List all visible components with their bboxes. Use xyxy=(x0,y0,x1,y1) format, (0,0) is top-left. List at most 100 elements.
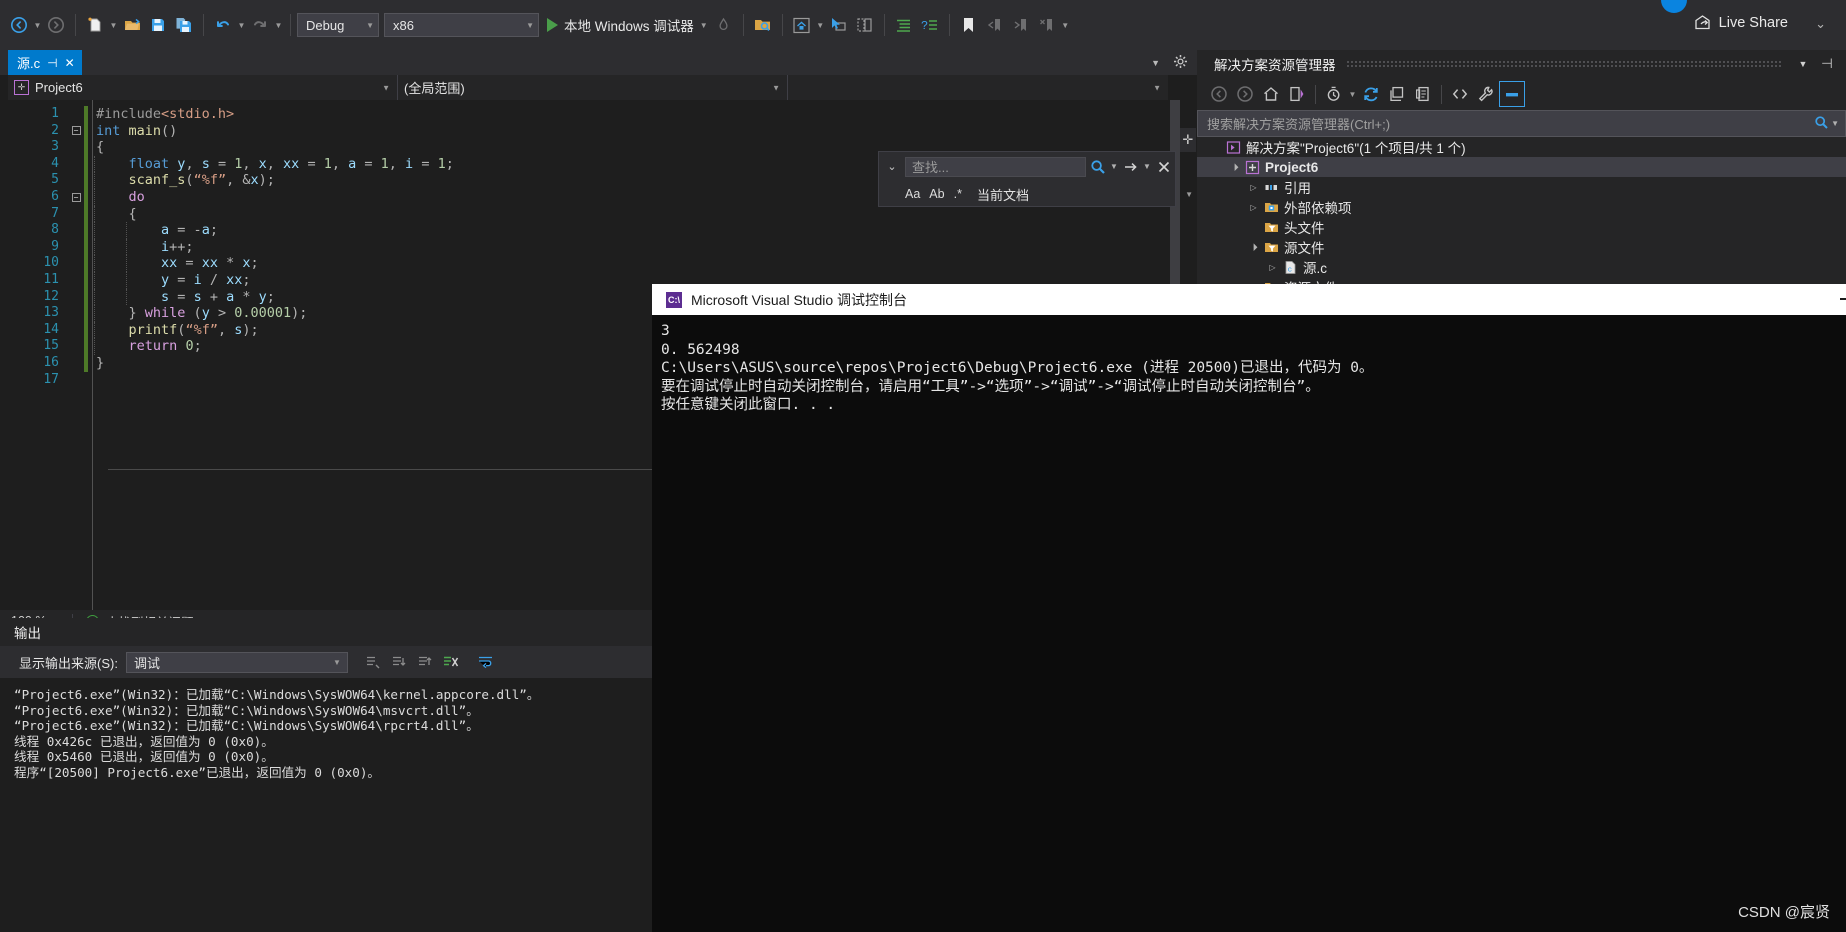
chevron-right-icon[interactable]: ▷ xyxy=(1245,183,1262,192)
chevron-right-icon[interactable]: ▷ xyxy=(1245,203,1262,212)
forward-icon[interactable] xyxy=(1232,81,1258,107)
navbar-scope-select[interactable]: (全局范围) ▼ xyxy=(398,75,788,100)
pin-icon[interactable]: ⊣ xyxy=(1815,56,1839,72)
debug-console-window[interactable]: C:\ Microsoft Visual Studio 调试控制台 3 0. 5… xyxy=(652,284,1846,932)
tree-item[interactable]: ◢ Project6 xyxy=(1197,157,1846,177)
chevron-down-icon[interactable]: ◢ xyxy=(1226,158,1244,176)
indent-icon[interactable] xyxy=(891,12,917,38)
new-item-caret-icon[interactable]: ▼ xyxy=(108,12,119,38)
code-line[interactable]: 7 { xyxy=(8,205,1168,223)
home-window-icon[interactable] xyxy=(789,12,815,38)
copy-layout-icon[interactable] xyxy=(852,12,878,38)
use-regex-option[interactable]: .* xyxy=(954,187,962,201)
preview-pane-icon[interactable] xyxy=(1499,81,1525,107)
close-icon[interactable] xyxy=(1152,156,1175,178)
fold-toggle-icon[interactable]: − xyxy=(68,123,84,140)
search-icon[interactable] xyxy=(1086,156,1109,178)
output-source-select[interactable]: 调试 ▼ xyxy=(125,651,348,673)
next-bookmark-icon[interactable] xyxy=(1008,12,1034,38)
bookmark-icon[interactable] xyxy=(956,12,982,38)
fold-toggle-icon[interactable]: − xyxy=(68,189,84,206)
solution-configuration-select[interactable]: Debug ▼ xyxy=(297,13,379,37)
chevron-down-icon[interactable]: ◢ xyxy=(1245,238,1263,256)
clear-all-icon[interactable] xyxy=(438,649,464,675)
redo-icon[interactable] xyxy=(247,12,273,38)
chevron-down-icon[interactable]: ▼ xyxy=(1791,59,1815,69)
chevron-right-icon[interactable]: ▷ xyxy=(1264,263,1281,272)
navbar-member-select[interactable]: ▼ xyxy=(788,75,1168,100)
code-line[interactable]: 10 xx = xx * x; xyxy=(8,255,1168,272)
minimize-icon[interactable] xyxy=(1840,298,1846,300)
prev-message-icon[interactable] xyxy=(412,649,438,675)
save-all-icon[interactable] xyxy=(171,12,197,38)
bookmark-overflow-caret-icon[interactable]: ▼ xyxy=(1060,12,1071,38)
new-item-icon[interactable] xyxy=(82,12,108,38)
match-case-option[interactable]: Aa xyxy=(905,187,920,201)
drag-handle[interactable] xyxy=(1345,60,1781,68)
solution-platform-select[interactable]: x86 ▼ xyxy=(384,13,539,37)
undo-caret-icon[interactable]: ▼ xyxy=(236,12,247,38)
tree-item[interactable]: ◢ 源文件 xyxy=(1197,237,1846,257)
pin-icon[interactable]: ⊣ xyxy=(47,57,57,69)
home-icon[interactable] xyxy=(1258,81,1284,107)
navigate-forward-icon[interactable] xyxy=(43,12,69,38)
navigate-back-caret-icon[interactable]: ▼ xyxy=(32,12,43,38)
console-title-bar[interactable]: C:\ Microsoft Visual Studio 调试控制台 xyxy=(652,284,1846,315)
properties-icon[interactable] xyxy=(1473,81,1499,107)
code-line[interactable]: 9 i++; xyxy=(8,238,1168,256)
close-icon[interactable]: ✕ xyxy=(65,57,75,69)
pending-changes-icon[interactable] xyxy=(1321,81,1347,107)
toolbar-overflow-icon[interactable]: ⌄ xyxy=(1815,16,1826,32)
hot-reload-icon[interactable] xyxy=(711,12,737,38)
prev-bookmark-icon[interactable] xyxy=(982,12,1008,38)
tree-item[interactable]: ▷ 引用 xyxy=(1197,177,1846,197)
next-message-icon[interactable] xyxy=(386,649,412,675)
folder-search-icon[interactable] xyxy=(750,12,776,38)
find-options-caret-icon[interactable]: ▼ xyxy=(1109,162,1119,171)
tree-item[interactable]: 头文件 xyxy=(1197,217,1846,237)
find-input[interactable]: 查找... xyxy=(905,156,1086,177)
back-icon[interactable] xyxy=(1206,81,1232,107)
home-window-caret-icon[interactable]: ▼ xyxy=(815,12,826,38)
live-share-button[interactable]: Live Share xyxy=(1693,13,1788,32)
find-next-caret-icon[interactable]: ▼ xyxy=(1142,162,1152,171)
select-element-icon[interactable] xyxy=(826,12,852,38)
code-line[interactable]: 1 #include<stdio.h> xyxy=(8,106,1168,123)
code-line[interactable]: 2− int main() xyxy=(8,122,1168,140)
navbar-project-select[interactable]: ✛ Project6 ▼ xyxy=(8,75,398,100)
find-next-icon[interactable] xyxy=(1119,156,1142,178)
start-debugging-button[interactable]: 本地 Windows 调试器 ▼ xyxy=(544,15,711,35)
undo-icon[interactable] xyxy=(210,12,236,38)
pending-changes-caret-icon[interactable]: ▼ xyxy=(1347,90,1358,99)
gear-icon[interactable] xyxy=(1173,54,1188,72)
redo-caret-icon[interactable]: ▼ xyxy=(273,12,284,38)
collapse-icon[interactable]: − xyxy=(71,192,81,202)
tab-source-c[interactable]: 源.c ⊣ ✕ xyxy=(8,50,82,75)
refresh-icon[interactable] xyxy=(1358,81,1384,107)
word-wrap-icon[interactable] xyxy=(473,649,499,675)
editor-split-handle[interactable]: ✛ xyxy=(1180,128,1196,152)
collapse-icon[interactable]: − xyxy=(71,126,81,136)
find-message-icon[interactable] xyxy=(360,649,386,675)
search-options-caret-icon[interactable]: ▼ xyxy=(1831,119,1839,128)
clear-bookmark-icon[interactable] xyxy=(1034,12,1060,38)
tree-item[interactable]: ▷ 外部依赖项 xyxy=(1197,197,1846,217)
search-icon[interactable] xyxy=(1814,115,1829,133)
tab-overflow-icon[interactable]: ▼ xyxy=(1151,58,1160,68)
sync-with-active-icon[interactable] xyxy=(1284,81,1310,107)
code-line[interactable]: 8 a = -a; xyxy=(8,222,1168,239)
navigate-back-icon[interactable] xyxy=(6,12,32,38)
chevron-down-icon[interactable]: ⌄ xyxy=(879,160,905,173)
comment-icon[interactable]: ? xyxy=(917,12,943,38)
open-file-icon[interactable] xyxy=(119,12,145,38)
tree-item[interactable]: ▷ c 源.c xyxy=(1197,257,1846,277)
collapse-all-icon[interactable] xyxy=(1384,81,1410,107)
match-whole-word-option[interactable]: Ab xyxy=(929,187,944,201)
close-icon[interactable]: ✕ xyxy=(1839,56,1846,73)
show-all-files-icon[interactable] xyxy=(1410,81,1436,107)
tree-item[interactable]: 解决方案"Project6"(1 个项目/共 1 个) xyxy=(1197,137,1846,157)
code-view-icon[interactable] xyxy=(1447,81,1473,107)
save-icon[interactable] xyxy=(145,12,171,38)
solution-search-input[interactable]: 搜索解决方案资源管理器(Ctrl+;) ▼ xyxy=(1197,110,1846,137)
find-scope-select[interactable]: 当前文档 ▼ xyxy=(977,184,1201,204)
